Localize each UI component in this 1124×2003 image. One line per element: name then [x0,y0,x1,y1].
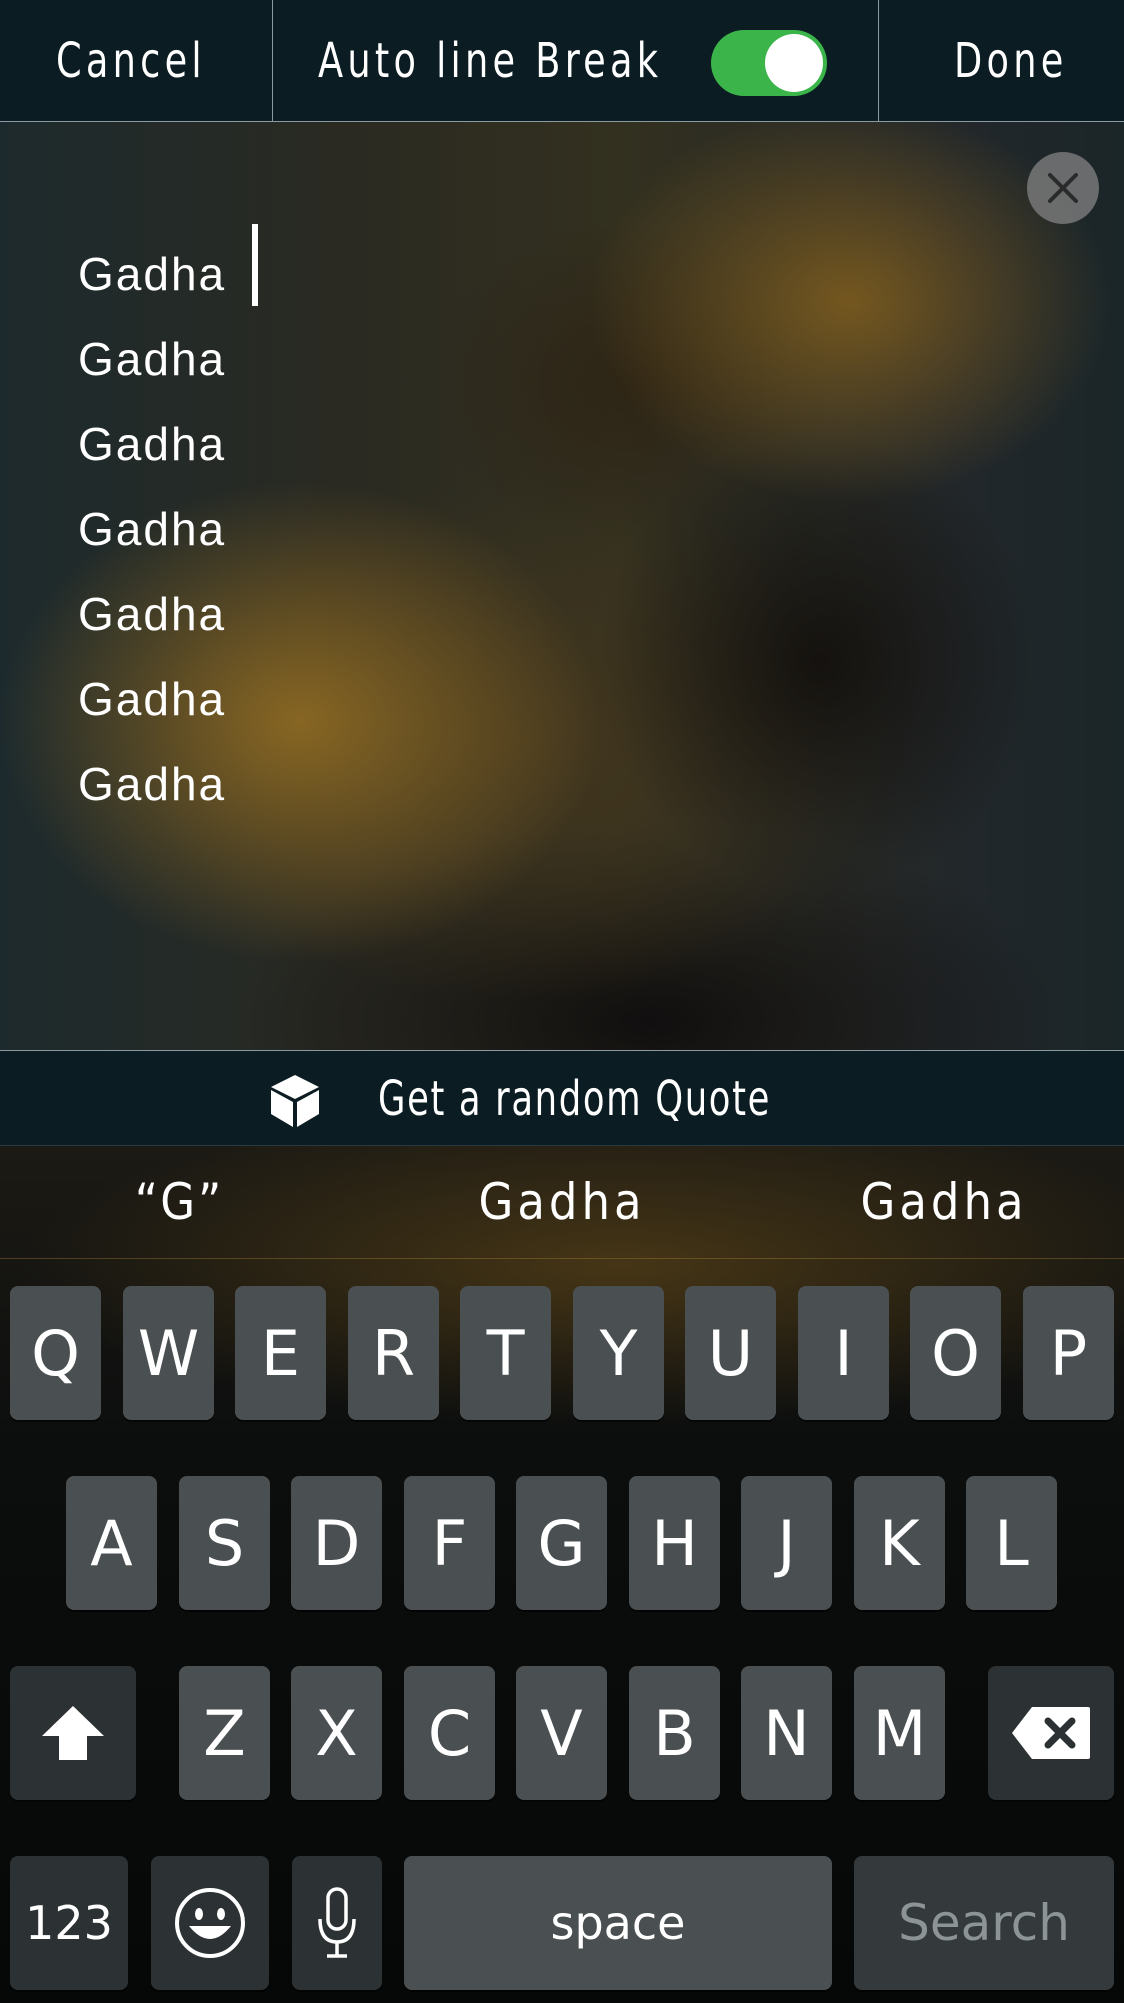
auto-line-break-toggle[interactable] [711,30,827,96]
key-v[interactable]: V [516,1666,607,1800]
shift-icon [42,1706,104,1760]
emoji-key[interactable] [151,1856,269,1990]
space-key[interactable]: space [404,1856,832,1990]
divider [272,0,273,122]
key-h[interactable]: H [629,1476,720,1610]
key-t[interactable]: T [460,1286,551,1420]
text-lines[interactable]: Gadha Gadha Gadha Gadha Gadha Gadha Gadh… [78,222,226,817]
key-x[interactable]: X [291,1666,382,1800]
cancel-button[interactable]: Cancel [56,0,206,122]
key-n[interactable]: N [741,1666,832,1800]
text-line: Gadha [78,333,227,385]
search-key[interactable]: Search [854,1856,1114,1990]
text-line: Gadha [78,418,227,470]
text-caret [252,224,258,306]
text-line: Gadha [78,588,227,640]
random-quote-button[interactable]: Get a random Quote [0,1050,1124,1146]
random-quote-label: Get a random Quote [378,1071,772,1127]
auto-line-break-label: Auto line Break [318,33,663,89]
suggestion-divider [0,1258,1124,1259]
numbers-key[interactable]: 123 [10,1856,128,1990]
suggestion-1[interactable]: “G” [0,1146,360,1258]
backspace-icon [1012,1707,1090,1759]
key-c[interactable]: C [404,1666,495,1800]
key-f[interactable]: F [404,1476,495,1610]
key-y[interactable]: Y [573,1286,664,1420]
key-m[interactable]: M [854,1666,945,1800]
key-d[interactable]: D [291,1476,382,1610]
suggestion-2[interactable]: Gadha [382,1146,742,1258]
shift-key[interactable] [10,1666,136,1800]
divider [878,0,879,122]
backspace-key[interactable] [988,1666,1114,1800]
text-line: Gadha [78,758,227,810]
key-u[interactable]: U [685,1286,776,1420]
toggle-knob [765,34,823,92]
key-w[interactable]: W [123,1286,214,1420]
suggestion-3[interactable]: Gadha [764,1146,1124,1258]
close-icon [1048,173,1078,203]
text-line: Gadha [78,503,227,555]
key-p[interactable]: P [1023,1286,1114,1420]
text-line: Gadha [78,248,227,300]
emoji-icon [175,1888,245,1958]
key-o[interactable]: O [910,1286,1001,1420]
key-j[interactable]: J [741,1476,832,1610]
key-i[interactable]: I [798,1286,889,1420]
key-g[interactable]: G [516,1476,607,1610]
text-line: Gadha [78,673,227,725]
microphone-key[interactable] [292,1856,382,1990]
clear-text-button[interactable] [1027,152,1099,224]
dice-icon [271,1075,319,1127]
key-k[interactable]: K [854,1476,945,1610]
key-b[interactable]: B [629,1666,720,1800]
key-l[interactable]: L [966,1476,1057,1610]
key-a[interactable]: A [66,1476,157,1610]
key-z[interactable]: Z [179,1666,270,1800]
microphone-icon [318,1887,356,1958]
done-button[interactable]: Done [954,0,1068,122]
key-r[interactable]: R [348,1286,439,1420]
top-bar: Cancel Auto line Break Done [0,0,1124,122]
key-q[interactable]: Q [10,1286,101,1420]
key-e[interactable]: E [235,1286,326,1420]
key-s[interactable]: S [179,1476,270,1610]
